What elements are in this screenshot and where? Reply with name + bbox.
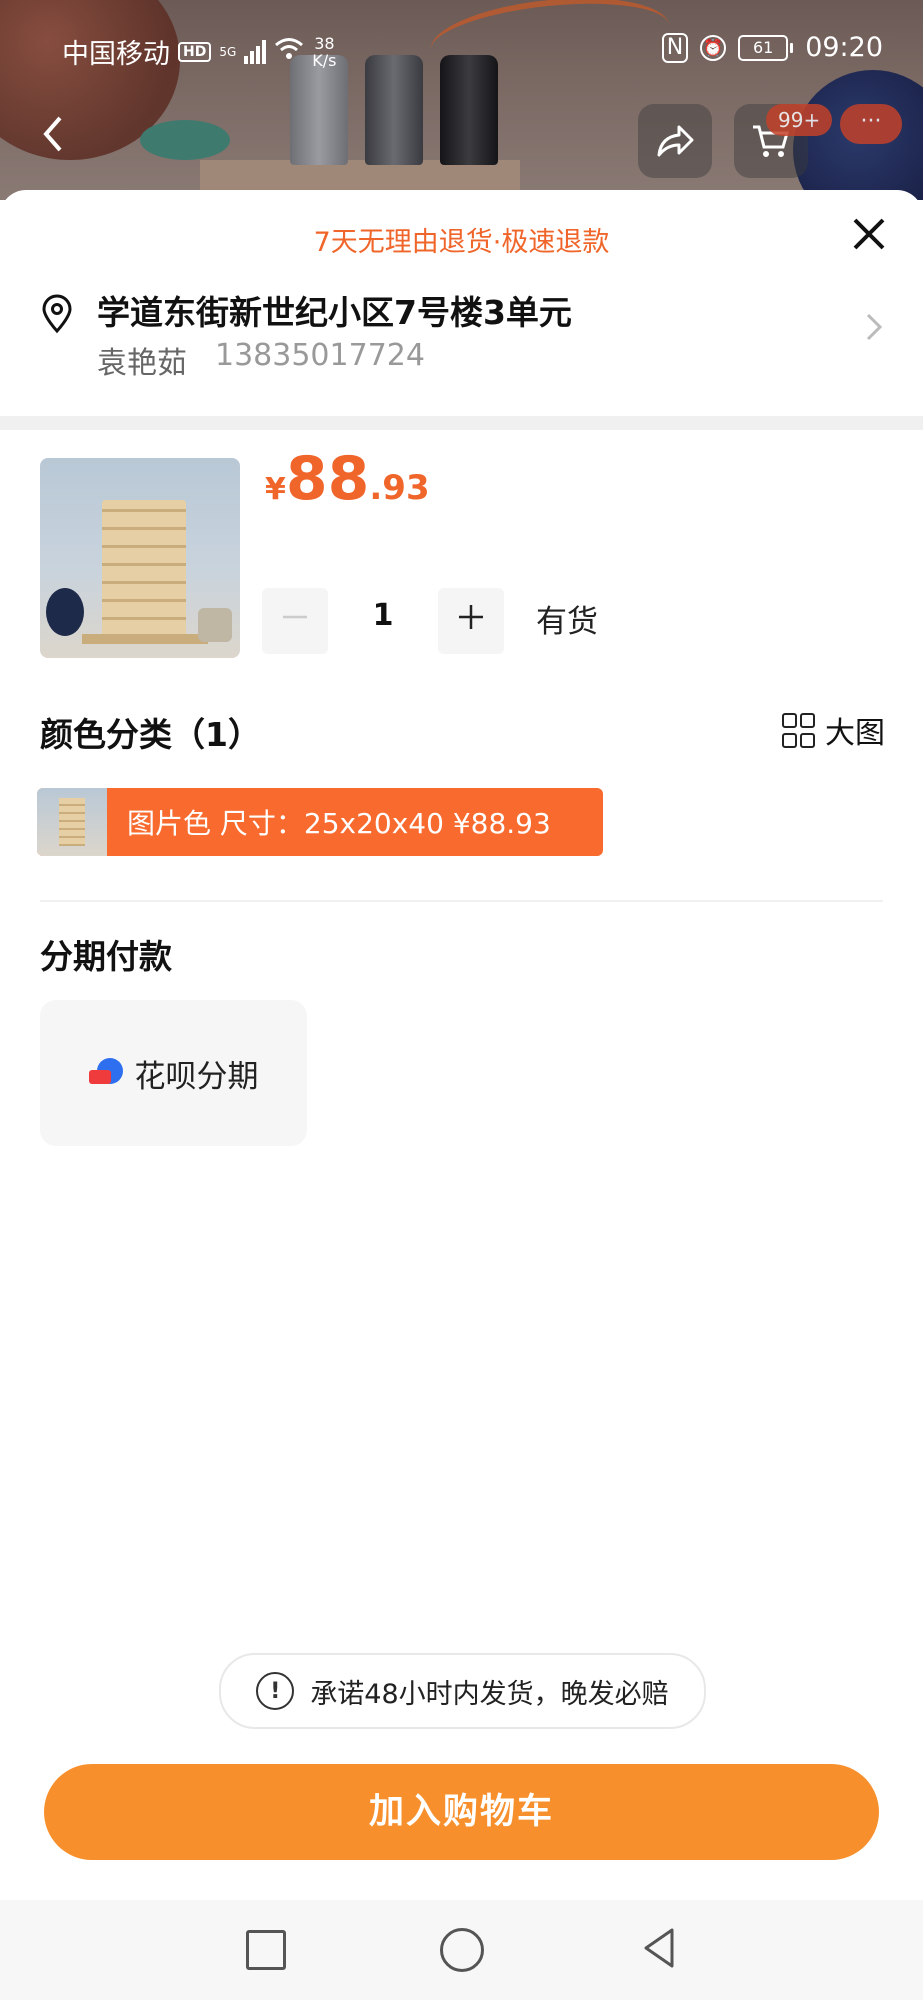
sku-selection-sheet: 7天无理由退货·极速退款 学道东街新世纪小区7号楼3单元 袁艳茹 1383501…	[0, 190, 923, 2000]
cart-count-badge: 99+	[766, 104, 833, 136]
more-button[interactable]: ···	[840, 104, 902, 144]
system-nav-bar	[0, 1900, 923, 2000]
status-bar: 中国移动 HD 5G 38 K/s N ⏰ 61 09:20	[0, 0, 923, 100]
chevron-left-icon	[43, 116, 62, 152]
battery-icon: 61	[738, 34, 794, 61]
product-thumbnail[interactable]	[40, 458, 240, 658]
installment-title: 分期付款	[40, 937, 172, 976]
divider	[40, 900, 883, 902]
minus-icon	[283, 615, 307, 619]
back-button[interactable]	[38, 110, 78, 170]
wifi-icon	[274, 37, 304, 67]
yarn-decor-green	[140, 120, 230, 160]
installment-option-label: 花呗分期	[134, 1058, 259, 1095]
network-speed: 38 K/s	[312, 35, 336, 69]
recipient-phone: 13835017724	[215, 338, 425, 373]
shipping-promise-tip: ! 承诺48小时内发货，晚发必赔	[219, 1653, 706, 1729]
price-integer: 88	[285, 444, 370, 514]
price-currency: ¥	[265, 472, 286, 507]
recipient-name: 袁艳茹	[97, 346, 187, 381]
grid-icon	[782, 712, 815, 748]
return-policy-banner: 7天无理由退货·极速退款	[313, 227, 610, 258]
add-to-cart-button[interactable]: 加入购物车	[44, 1764, 879, 1860]
quantity-value[interactable]: 1	[350, 598, 416, 633]
section-divider	[0, 416, 923, 430]
address-line: 学道东街新世纪小区7号楼3单元	[97, 293, 572, 332]
stock-status: 有货	[536, 604, 598, 640]
quantity-increase-button[interactable]	[438, 588, 504, 654]
huabei-icon	[88, 1058, 123, 1088]
chevron-right-icon	[865, 310, 883, 351]
clock: 09:20	[805, 32, 883, 63]
share-icon	[657, 125, 694, 157]
system-back-button[interactable]	[638, 1926, 682, 1970]
signal-icon	[244, 39, 267, 64]
home-button[interactable]	[440, 1928, 484, 1972]
big-image-label: 大图	[825, 716, 885, 751]
share-button[interactable]	[638, 104, 712, 178]
sku-option-thumbnail	[37, 788, 107, 856]
nfc-icon: N	[661, 32, 689, 63]
huabei-installment-option[interactable]: 花呗分期	[40, 1000, 307, 1146]
shipping-promise-text: 承诺48小时内发货，晚发必赔	[310, 1678, 669, 1710]
quantity-decrease-button[interactable]	[262, 588, 328, 654]
network-type: 5G	[219, 44, 237, 59]
alarm-icon: ⏰	[700, 34, 727, 61]
sku-option-selected[interactable]: 图片色 尺寸：25x20x40 ¥88.93	[37, 788, 603, 856]
close-button[interactable]	[845, 212, 893, 260]
hd-icon: HD	[178, 41, 212, 62]
alert-icon: !	[256, 1672, 295, 1710]
plus-icon	[459, 605, 483, 629]
price-decimal: .93	[369, 468, 430, 508]
speed-unit: K/s	[312, 50, 337, 70]
color-category-title: 颜色分类（1）	[40, 715, 261, 754]
recents-button[interactable]	[246, 1930, 286, 1970]
carrier-name: 中国移动	[62, 39, 170, 70]
big-image-toggle[interactable]: 大图	[782, 708, 885, 752]
product-price: ¥88.93	[265, 444, 430, 514]
sku-option-label: 图片色 尺寸：25x20x40 ¥88.93	[127, 807, 551, 840]
shipping-address[interactable]: 学道东街新世纪小区7号楼3单元 袁艳茹 13835017724	[0, 280, 923, 390]
close-icon	[853, 218, 885, 250]
battery-level: 61	[738, 34, 789, 61]
location-pin-icon	[42, 294, 72, 334]
